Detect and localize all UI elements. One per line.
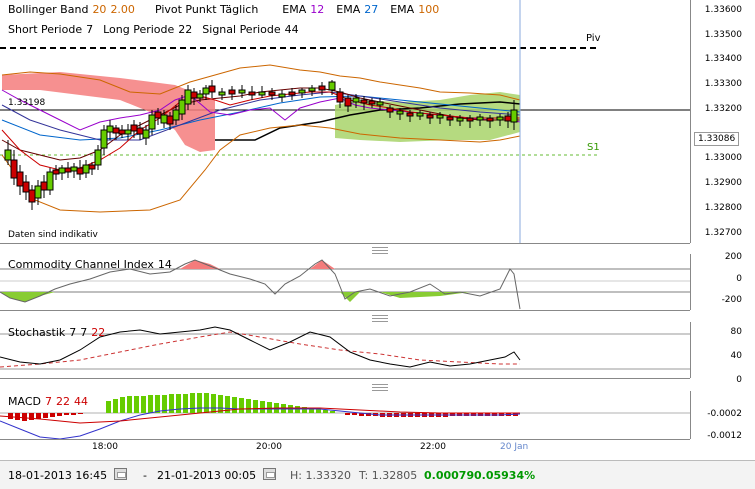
date-to: 21-01-2013 00:05 <box>157 469 257 482</box>
cci-tick: 200 <box>724 252 742 262</box>
change-percent: 0.05934% <box>474 469 536 482</box>
macd-title: MACD <box>8 395 41 408</box>
time-tick: 18:00 <box>92 442 118 452</box>
high-value: H: 1.33320 <box>290 469 351 482</box>
stoch-slow: 22 <box>91 326 106 339</box>
legend-bollinger: Bollinger Band <box>8 3 89 16</box>
stoch-title: Stochastik <box>8 326 66 339</box>
price-tick: 1.33200 <box>704 104 742 114</box>
stoch-tick: 0 <box>736 375 742 385</box>
legend-row-2: Short Periode 7 Long Periode 22 Signal Perio… <box>8 23 303 36</box>
time-tick: 20:00 <box>256 442 282 452</box>
legend-signal-label: Signal Periode <box>202 23 281 36</box>
date-separator: - <box>143 469 147 482</box>
cci-panel[interactable]: Commodity Channel Index 14 <box>0 254 690 311</box>
legend-bollinger-period: 20 <box>92 3 107 16</box>
price-tick: 1.33400 <box>704 54 742 64</box>
stoch-d: 7 <box>80 326 88 339</box>
legend-ema100-value: 100 <box>418 3 440 16</box>
macd-fast: 7 <box>44 395 52 408</box>
price-tick: 1.33500 <box>704 30 742 40</box>
legend-short-label: Short Periode <box>8 23 83 36</box>
price-tick: 1.33000 <box>704 153 742 163</box>
legend-ema100-label: EMA <box>390 3 415 16</box>
cci-legend: Commodity Channel Index 14 <box>8 258 176 271</box>
time-tick-date: 20 Jan <box>500 442 529 452</box>
status-bar: 18-01-2013 16:45 - 21-01-2013 00:05 H: 1… <box>0 460 755 489</box>
price-chart-panel[interactable]: Bollinger Band 20 2.00 Pivot Punkt Täglich E… <box>0 0 690 244</box>
price-tick: 1.33600 <box>704 5 742 15</box>
macd-signal: 44 <box>73 395 88 408</box>
disclaimer-text: Daten sind indikativ <box>8 230 98 240</box>
legend-pivot: Pivot Punkt Täglich <box>154 3 259 16</box>
legend-ema12-label: EMA <box>282 3 307 16</box>
stoch-tick: 40 <box>730 351 742 361</box>
low-value: T: 1.32805 <box>359 469 418 482</box>
panel-resize-handle[interactable] <box>372 247 388 254</box>
change-value: 0.00079 <box>424 469 475 482</box>
pivot-label: Piv <box>586 33 601 44</box>
cci-tick: -200 <box>721 295 742 305</box>
cci-period: 14 <box>157 258 172 271</box>
price-tick: 1.33300 <box>704 79 742 89</box>
panel-resize-handle[interactable] <box>372 384 388 391</box>
time-axis: 18:00 20:00 22:00 20 Jan <box>0 440 690 460</box>
cci-tick: 0 <box>736 274 742 284</box>
support-label: S1 <box>587 142 600 153</box>
stoch-legend: Stochastik 7 7 22 <box>8 326 109 339</box>
stoch-tick: 80 <box>730 327 742 337</box>
legend-ema27-value: 27 <box>364 3 379 16</box>
calendar-from-icon[interactable] <box>114 468 127 480</box>
macd-tick: -0.0012 <box>707 431 742 441</box>
macd-slow: 22 <box>55 395 70 408</box>
stoch-axis: 80 40 0 <box>690 322 755 385</box>
panel-resize-handle[interactable] <box>372 315 388 322</box>
price-axis: 1.33600 1.33500 1.33400 1.33300 1.33200 … <box>690 0 755 243</box>
price-tick: 1.32900 <box>704 178 742 188</box>
macd-chart <box>0 393 690 439</box>
macd-tick: -0.0002 <box>707 409 742 419</box>
legend-short-value: 7 <box>86 23 94 36</box>
macd-legend: MACD 7 22 44 <box>8 395 92 408</box>
time-tick: 22:00 <box>420 442 446 452</box>
legend-signal-value: 44 <box>284 23 299 36</box>
macd-panel[interactable]: MACD 7 22 44 <box>0 391 690 440</box>
price-tick: 1.32800 <box>704 203 742 213</box>
legend-long-label: Long Periode <box>103 23 175 36</box>
stoch-k: 7 <box>69 326 77 339</box>
current-price-left-label: 1.33198 <box>8 98 46 108</box>
date-from: 18-01-2013 16:45 <box>8 469 108 482</box>
macd-axis: -0.0002 -0.0012 <box>690 391 755 441</box>
legend-bollinger-dev: 2.00 <box>110 3 135 16</box>
stochastic-panel[interactable]: Stochastik 7 7 22 <box>0 322 690 379</box>
price-tick: 1.32700 <box>704 228 742 238</box>
legend-long-value: 22 <box>178 23 193 36</box>
calendar-to-icon[interactable] <box>263 468 276 480</box>
cci-title: Commodity Channel Index <box>8 258 154 271</box>
legend-ema27-label: EMA <box>336 3 361 16</box>
legend-row-1: Bollinger Band 20 2.00 Pivot Punkt Täglich E… <box>8 3 443 16</box>
cci-axis: 200 0 -200 <box>690 252 755 310</box>
legend-ema12-value: 12 <box>310 3 325 16</box>
current-price-right-label: 1.33086 <box>694 132 740 146</box>
